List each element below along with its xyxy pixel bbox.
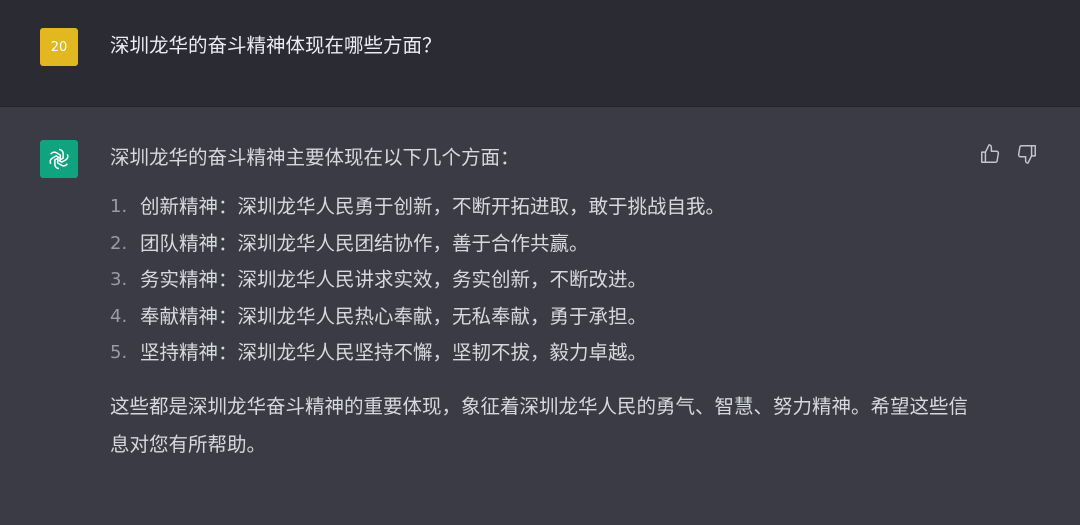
assistant-message-row: 深圳龙华的奋斗精神主要体现在以下几个方面： 1. 创新精神：深圳龙华人民勇于创新… bbox=[0, 107, 1080, 525]
thumbs-up-icon bbox=[981, 144, 1000, 163]
list-item: 2. 团队精神：深圳龙华人民团结协作，善于合作共赢。 bbox=[110, 226, 970, 263]
list-item-number: 1. bbox=[110, 196, 128, 217]
list-item-text: 奉献精神：深圳龙华人民热心奉献，无私奉献，勇于承担。 bbox=[140, 304, 648, 328]
list-item-number: 4. bbox=[110, 305, 128, 327]
user-avatar-label: 20 bbox=[50, 39, 68, 55]
openai-logo-icon bbox=[49, 148, 69, 170]
answer-list: 1. 创新精神：深圳龙华人民勇于创新，不断开拓进取，敢于挑战自我。 2. 团队精… bbox=[110, 189, 970, 372]
thumbs-up-button[interactable] bbox=[979, 143, 1003, 167]
list-item-text: 团队精神：深圳龙华人民团结协作，善于合作共赢。 bbox=[140, 231, 589, 255]
list-item-number: 5. bbox=[110, 342, 128, 363]
list-item-text: 坚持精神：深圳龙华人民坚持不懈，坚韧不拔，毅力卓越。 bbox=[140, 341, 648, 364]
assistant-avatar bbox=[40, 140, 78, 178]
thumbs-down-button[interactable] bbox=[1016, 143, 1040, 167]
assistant-intro: 深圳龙华的奋斗精神主要体现在以下几个方面： bbox=[110, 146, 520, 169]
list-item: 5. 坚持精神：深圳龙华人民坚持不懈，坚韧不拔，毅力卓越。 bbox=[110, 335, 970, 372]
list-item: 1. 创新精神：深圳龙华人民勇于创新，不断开拓进取，敢于挑战自我。 bbox=[110, 189, 970, 226]
assistant-message-content: 深圳龙华的奋斗精神主要体现在以下几个方面： 1. 创新精神：深圳龙华人民勇于创新… bbox=[110, 143, 970, 483]
list-item-text: 创新精神：深圳龙华人民勇于创新，不断开拓进取，敢于挑战自我。 bbox=[140, 195, 726, 218]
user-message-text: 深圳龙华的奋斗精神体现在哪些方面？ bbox=[110, 34, 442, 57]
user-message-row: 20 深圳龙华的奋斗精神体现在哪些方面？ bbox=[0, 0, 1080, 107]
list-item: 4. 奉献精神：深圳龙华人民热心奉献，无私奉献，勇于承担。 bbox=[110, 299, 970, 336]
user-avatar: 20 bbox=[40, 28, 78, 66]
thumbs-down-icon bbox=[1017, 145, 1036, 164]
list-item: 3. 务实精神：深圳龙华人民讲求实效，务实创新，不断改进。 bbox=[110, 262, 970, 299]
list-item-text: 务实精神：深圳龙华人民讲求实效，务实创新，不断改进。 bbox=[140, 268, 648, 291]
list-item-number: 3. bbox=[110, 269, 128, 290]
list-item-number: 2. bbox=[110, 232, 128, 254]
assistant-closing: 这些都是深圳龙华奋斗精神的重要体现，象征着深圳龙华人民的勇气、智慧、努力精神。希… bbox=[110, 394, 969, 456]
